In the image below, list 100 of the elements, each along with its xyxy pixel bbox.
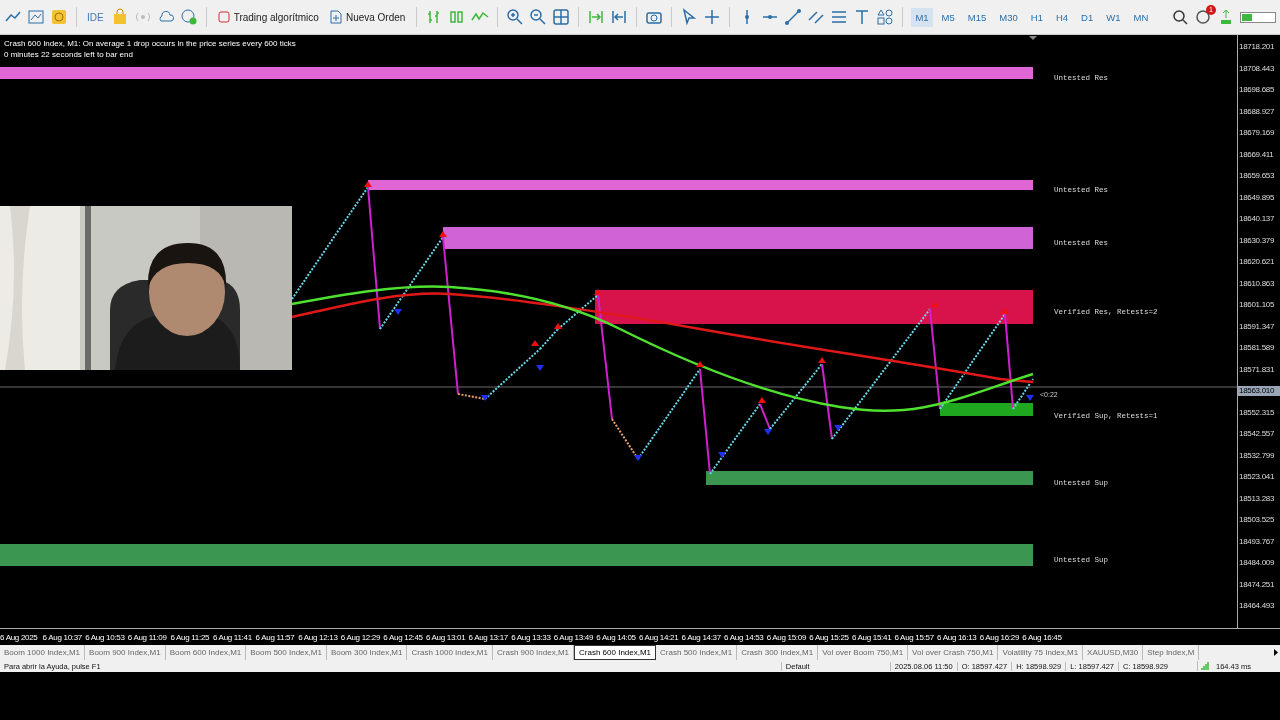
price-label: 18669.411 [1238,149,1275,161]
time-label: 6 Aug 15:41 [851,632,893,642]
time-label: 6 Aug 13:33 [511,632,552,642]
price-label: 18698.685 [1238,85,1276,96]
price-label: 18718.201 [1238,42,1276,53]
timeframe-button[interactable]: H1 [1026,7,1047,27]
up-arrow-icon [1001,308,1009,314]
zoom-in-icon[interactable] [506,8,525,26]
shapes-icon[interactable] [876,8,895,26]
trend-line-icon[interactable] [784,8,803,26]
timeframe-button[interactable]: M5 [937,7,959,27]
time-label: 6 Aug 12:45 [383,632,424,642]
price-label: 18679.169 [1238,128,1276,139]
cursor-icon[interactable] [680,8,699,26]
crosshair-icon[interactable] [703,8,722,26]
price-label: 18591.347 [1238,321,1276,333]
price-label: 18649.895 [1238,192,1276,204]
time-label: 6 Aug 16:45 [1022,632,1063,642]
price-label: 18523.041 [1238,472,1276,483]
price-label: 18601.105 [1238,300,1276,311]
price-label: 18552.315 [1238,407,1276,419]
timeframe-button[interactable]: H4 [1051,7,1073,27]
ide-button[interactable]: IDE [85,11,106,23]
down-arrow-icon [1026,395,1034,401]
down-arrow-icon [536,365,544,371]
price-label: 18563.010 [1238,386,1280,396]
price-label: 18630.379 [1238,235,1276,247]
time-label: 6 Aug 15:09 [766,632,808,642]
time-label: 6 Aug 16:29 [979,632,1021,642]
time-label: 6 Aug 12:13 [298,632,339,642]
down-arrow-icon [764,429,772,435]
down-arrow-icon [481,395,489,401]
timeframe-button[interactable]: D1 [1077,7,1098,27]
search-icon[interactable] [1171,8,1189,26]
timeframe-button[interactable]: M15 [963,7,991,27]
template-icon[interactable] [27,8,45,26]
up-arrow-icon [818,357,826,363]
timeframe-button[interactable]: W1 [1102,7,1125,27]
connection-meter [1240,11,1276,23]
chart-tab[interactable]: Crash 600 Index,M1 [574,645,657,660]
price-label: 18708.443 [1238,63,1276,75]
time-label: 6 Aug 11:41 [212,632,253,642]
price-label: 18464.493 [1238,601,1276,612]
price-label: 18542.557 [1238,429,1276,440]
time-label: 6 Aug 15:57 [894,632,935,642]
zoom-out-icon[interactable] [529,8,548,26]
time-label: 6 Aug 14:37 [681,632,722,642]
time-label: 6 Aug 11:25 [170,632,211,642]
coin-icon[interactable] [50,8,68,26]
down-arrow-icon [394,309,402,315]
up-arrow-icon [758,397,766,403]
up-arrow-icon [594,289,602,295]
chart-shift-icon[interactable] [610,8,629,26]
price-label: 18640.137 [1238,214,1276,225]
down-arrow-icon [634,455,642,461]
time-label: 6 Aug 12:29 [340,632,382,642]
up-arrow-icon [364,181,372,187]
price-label: 18620.621 [1238,257,1276,268]
price-label: 18581.589 [1238,343,1276,354]
price-label: 18513.283 [1238,493,1276,505]
time-label: 6 Aug 10:53 [85,632,126,642]
price-label: 18688.927 [1238,106,1276,118]
time-label: 6 Aug 11:09 [127,632,168,642]
price-label: 18571.831 [1238,364,1276,376]
bar-countdown: 0 minutes 22 seconds left to bar end [4,50,134,59]
timeframe-button[interactable]: M30 [995,7,1022,27]
price-label: 18493.767 [1238,536,1276,548]
algo-trading-button[interactable]: Trading algorítmico [214,9,322,25]
price-label: 18610.863 [1238,278,1276,290]
up-arrow-icon [531,340,539,346]
time-label: 6 Aug 14:21 [638,632,680,642]
chart-title: Crash 600 Index, M1: On average 1 drop occurs in the price series every 600 ticks [4,39,296,48]
time-label: 6 Aug 2025 [0,632,39,642]
grid-icon[interactable] [552,8,571,26]
time-label: 6 Aug 14:05 [596,632,637,642]
price-label: 18503.525 [1238,515,1276,526]
new-order-button[interactable]: Nueva Orden [326,8,409,26]
up-arrow-icon [554,323,562,329]
up-arrow-icon [439,231,447,237]
time-label: 6 Aug 13:49 [553,632,595,642]
price-label: 18484.009 [1238,558,1276,569]
time-label: 6 Aug 13:17 [468,632,509,642]
time-label: 6 Aug 11:57 [255,632,296,642]
signal-bars-icon [1197,661,1212,671]
price-label: 18659.653 [1238,171,1276,182]
channel-icon[interactable] [807,8,826,26]
time-label: 6 Aug 10:37 [42,632,83,642]
up-arrow-icon [931,301,939,307]
time-label: 6 Aug 14:53 [724,632,765,642]
timeframe-button[interactable]: M1 [911,7,933,27]
down-arrow-icon [834,425,842,431]
up-arrow-icon [696,361,704,367]
down-arrow-icon [718,452,726,458]
auto-scroll-icon[interactable] [587,8,606,26]
time-label: 6 Aug 13:01 [425,632,467,642]
new-document-icon [329,10,342,24]
time-label: 6 Aug 15:25 [809,632,850,642]
price-label: 18474.251 [1238,579,1276,591]
timeframe-button[interactable]: MN [1129,7,1153,27]
time-label: 6 Aug 16:13 [937,632,978,642]
